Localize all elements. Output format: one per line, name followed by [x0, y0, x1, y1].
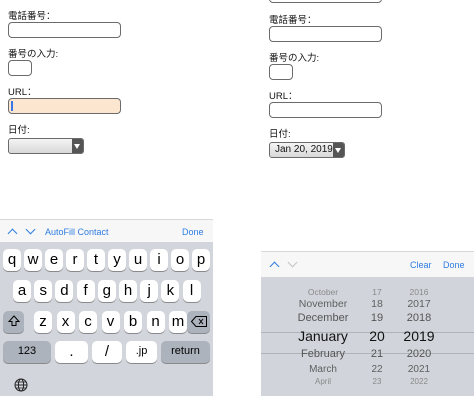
top-input[interactable] [269, 0, 382, 3]
picker-year-option[interactable]: 2021 [408, 364, 430, 375]
phone-input[interactable] [8, 22, 121, 38]
key-m[interactable]: m [169, 311, 187, 333]
date-picker[interactable]: October November December January February Ma… [261, 277, 474, 396]
number-input[interactable] [8, 60, 32, 76]
number-label: 番号の入力: [269, 53, 320, 64]
key-a[interactable]: a [13, 280, 31, 302]
clear-button[interactable]: Clear [410, 260, 432, 270]
picker-day-option[interactable]: 19 [371, 312, 383, 324]
key-w[interactable]: w [24, 249, 42, 271]
key-y[interactable]: y [108, 249, 126, 271]
date-select[interactable] [8, 138, 84, 154]
key-e[interactable]: e [45, 249, 63, 271]
text-cursor [11, 101, 13, 111]
picker-year-option[interactable]: 2020 [407, 348, 431, 360]
key-x[interactable]: x [56, 311, 75, 333]
picker-day-option[interactable]: 18 [371, 298, 383, 310]
dot-key[interactable]: . [55, 341, 88, 363]
phone-input[interactable] [269, 26, 382, 42]
picker-month-option[interactable]: December [298, 312, 349, 324]
picker-year-selected[interactable]: 2019 [403, 328, 434, 344]
key-n[interactable]: n [146, 311, 165, 333]
key-c[interactable]: c [79, 311, 97, 333]
picker-day-option[interactable]: 23 [373, 377, 382, 386]
keyboard-bottom-bar [0, 370, 213, 396]
picker-month-option[interactable]: February [301, 348, 345, 360]
picker-year-option[interactable]: 2022 [410, 377, 428, 386]
chevron-down-icon [72, 139, 83, 153]
key-j[interactable]: j [140, 280, 159, 302]
date-label: 日付: [269, 129, 291, 140]
chevron-down-icon[interactable] [25, 224, 36, 235]
keyboard: qwertyuiop asdfghjkl zxcvbnm 123 . / .jp… [0, 242, 213, 396]
chevron-down-icon [287, 257, 298, 268]
picker-accessory-bar: Clear Done [261, 251, 474, 279]
chevron-down-icon [333, 143, 344, 157]
shift-key[interactable] [3, 311, 24, 333]
key-d[interactable]: d [55, 280, 74, 302]
picker-year-option[interactable]: 2017 [407, 298, 430, 310]
backspace-key[interactable] [187, 311, 210, 333]
globe-icon[interactable] [14, 378, 28, 392]
picker-year-option[interactable]: 2018 [407, 312, 431, 324]
shift-icon [7, 315, 20, 326]
picker-year-option[interactable]: 2016 [410, 287, 429, 297]
autofill-contact-button[interactable]: AutoFill Contact [45, 227, 109, 237]
number-input[interactable] [269, 64, 293, 80]
date-select[interactable]: Jan 20, 2019 [269, 142, 345, 158]
key-t[interactable]: t [87, 249, 105, 271]
date-select-value: Jan 20, 2019 [275, 144, 333, 155]
phone-label: 電話番号： [8, 11, 56, 22]
key-u[interactable]: u [129, 249, 147, 271]
key-q[interactable]: q [3, 249, 21, 271]
date-label: 日付: [8, 125, 30, 136]
url-label: URL： [269, 91, 298, 102]
numbers-key[interactable]: 123 [3, 341, 51, 363]
url-input[interactable] [8, 98, 121, 114]
chevron-up-icon[interactable] [7, 228, 18, 239]
url-label: URL： [8, 87, 37, 98]
picker-month-option[interactable]: March [309, 364, 337, 375]
phone-label: 電話番号： [269, 15, 317, 26]
picker-day-option[interactable]: 21 [371, 348, 383, 360]
done-button[interactable]: Done [182, 227, 204, 237]
chevron-up-icon[interactable] [269, 261, 280, 272]
key-z[interactable]: z [34, 311, 52, 333]
picker-month-option[interactable]: November [299, 298, 347, 310]
picker-month-option[interactable]: April [315, 377, 331, 386]
picker-day-option[interactable]: 22 [371, 364, 382, 375]
jp-key[interactable]: .jp [126, 341, 157, 363]
done-button[interactable]: Done [443, 260, 465, 270]
picker-month-option[interactable]: October [308, 287, 338, 297]
key-p[interactable]: p [192, 249, 210, 271]
url-input[interactable] [269, 102, 382, 118]
key-b[interactable]: b [124, 311, 142, 333]
keyboard-accessory-bar: AutoFill Contact Done [0, 219, 213, 244]
key-v[interactable]: v [101, 311, 120, 333]
key-s[interactable]: s [34, 280, 53, 302]
key-o[interactable]: o [171, 249, 189, 271]
backspace-icon [190, 315, 207, 327]
number-label: 番号の入力: [8, 49, 59, 60]
picker-day-option[interactable]: 17 [372, 287, 381, 297]
key-g[interactable]: g [97, 280, 116, 302]
key-i[interactable]: i [150, 249, 168, 271]
key-k[interactable]: k [161, 280, 180, 302]
picker-month-selected[interactable]: January [298, 328, 348, 344]
key-r[interactable]: r [66, 249, 84, 271]
picker-day-selected[interactable]: 20 [369, 328, 385, 344]
key-h[interactable]: h [119, 280, 137, 302]
picker-selection-band [261, 332, 474, 354]
return-key[interactable]: return [161, 341, 210, 363]
key-l[interactable]: l [182, 280, 201, 302]
slash-key[interactable]: / [92, 341, 122, 363]
key-f[interactable]: f [76, 280, 95, 302]
